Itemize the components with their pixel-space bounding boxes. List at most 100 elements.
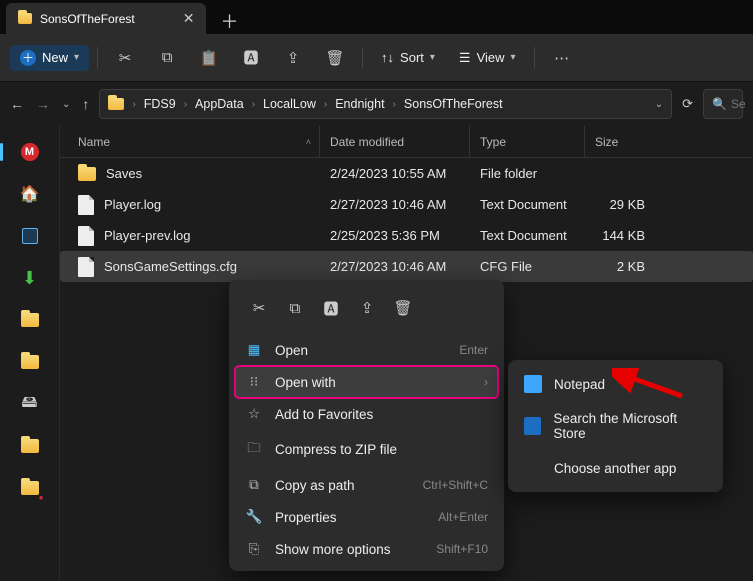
file-row[interactable]: Player-prev.log2/25/2023 5:36 PMText Doc… bbox=[60, 220, 753, 251]
header-type[interactable]: Type bbox=[470, 126, 585, 157]
sidebar-item-desktop[interactable] bbox=[18, 224, 42, 248]
chevron-down-icon: ▾ bbox=[430, 52, 435, 63]
crumb-2[interactable]: LocalLow bbox=[263, 97, 316, 111]
sidebar-item-downloads[interactable]: ⬇ bbox=[18, 266, 42, 290]
cell-type: Text Document bbox=[470, 228, 585, 243]
header-name[interactable]: Name˄ bbox=[60, 126, 320, 157]
cell-date: 2/27/2023 10:46 AM bbox=[320, 197, 470, 212]
star-icon: ☆ bbox=[245, 406, 263, 422]
menu-add-favorites[interactable]: ☆ Add to Favorites bbox=[235, 398, 498, 430]
folder-icon bbox=[18, 13, 32, 24]
search-box[interactable]: 🔍 bbox=[703, 89, 743, 119]
chevron-down-icon: ▾ bbox=[74, 52, 79, 63]
submenu-notepad[interactable]: Notepad bbox=[514, 366, 717, 402]
rename-icon[interactable]: 🅰 bbox=[315, 292, 347, 324]
cut-icon[interactable]: ✂ bbox=[106, 39, 144, 77]
delete-icon[interactable]: 🗑 bbox=[316, 39, 354, 77]
view-label: View bbox=[477, 50, 505, 65]
share-icon[interactable]: ⇪ bbox=[274, 39, 312, 77]
menu-show-more[interactable]: ⎘ Show more options Shift+F10 bbox=[235, 533, 498, 565]
cell-type: File folder bbox=[470, 166, 585, 181]
cut-icon[interactable]: ✂ bbox=[243, 292, 275, 324]
chevron-down-icon: ▾ bbox=[511, 52, 516, 63]
breadcrumb[interactable]: › FDS9 › AppData › LocalLow › Endnight ›… bbox=[99, 89, 672, 119]
sidebar-item-folder-4[interactable]: ● bbox=[18, 476, 42, 500]
recent-button[interactable]: ⌄ bbox=[62, 99, 70, 110]
crumb-4[interactable]: SonsOfTheForest bbox=[404, 97, 503, 111]
menu-open-with-label: Open with bbox=[275, 375, 336, 390]
file-row[interactable]: Player.log2/27/2023 10:46 AMText Documen… bbox=[60, 189, 753, 220]
crumb-3[interactable]: Endnight bbox=[335, 97, 384, 111]
back-button[interactable]: ← bbox=[10, 96, 24, 112]
crumb-1[interactable]: AppData bbox=[195, 97, 244, 111]
chevron-down-icon[interactable]: ⌄ bbox=[655, 99, 663, 110]
menu-properties[interactable]: 🔧 Properties Alt+Enter bbox=[235, 501, 498, 533]
chevron-right-icon: › bbox=[184, 99, 187, 110]
crumb-0[interactable]: FDS9 bbox=[144, 97, 176, 111]
file-icon bbox=[78, 195, 94, 215]
sidebar-item-home[interactable]: 🏠 bbox=[18, 182, 42, 206]
cell-name: Player.log bbox=[60, 195, 320, 215]
rename-icon[interactable]: 🅰 bbox=[232, 39, 270, 77]
sidebar-item-folder-3[interactable] bbox=[18, 434, 42, 458]
menu-show-more-label: Show more options bbox=[275, 542, 391, 557]
context-menu-toolbar: ✂ ⧉ 🅰 ⇪ 🗑 bbox=[235, 286, 498, 334]
copy-icon[interactable]: ⧉ bbox=[279, 292, 311, 324]
menu-compress[interactable]: 🗀 Compress to ZIP file bbox=[235, 430, 498, 469]
cell-type: Text Document bbox=[470, 197, 585, 212]
header-date[interactable]: Date modified bbox=[320, 126, 470, 157]
search-input[interactable] bbox=[731, 97, 749, 111]
submenu-store[interactable]: Search the Microsoft Store bbox=[514, 402, 717, 450]
submenu-choose-app[interactable]: Choose another app bbox=[514, 450, 717, 486]
sidebar-item-mega[interactable]: M bbox=[18, 140, 42, 164]
menu-properties-label: Properties bbox=[275, 510, 337, 525]
close-tab-icon[interactable]: ✕ bbox=[143, 10, 195, 27]
cell-date: 2/24/2023 10:55 AM bbox=[320, 166, 470, 181]
cell-name: SonsGameSettings.cfg bbox=[60, 257, 320, 277]
up-button[interactable]: ↑ bbox=[82, 96, 89, 112]
file-icon bbox=[78, 226, 94, 246]
tab-bar: SonsOfTheForest ✕ ＋ bbox=[0, 0, 753, 34]
more-icon[interactable]: ⋯ bbox=[543, 39, 581, 77]
menu-copy-path[interactable]: ⧉ Copy as path Ctrl+Shift+C bbox=[235, 469, 498, 501]
more-options-icon: ⎘ bbox=[245, 541, 263, 557]
plus-icon: ＋ bbox=[20, 50, 36, 66]
view-icon: ☰ bbox=[459, 50, 471, 66]
menu-add-favorites-label: Add to Favorites bbox=[275, 407, 373, 422]
submenu-store-label: Search the Microsoft Store bbox=[553, 411, 707, 441]
store-icon bbox=[524, 417, 541, 435]
share-icon[interactable]: ⇪ bbox=[351, 292, 383, 324]
refresh-button[interactable]: ⟳ bbox=[682, 96, 693, 112]
tab-title: SonsOfTheForest bbox=[40, 12, 135, 26]
header-size[interactable]: Size bbox=[585, 126, 655, 157]
cell-date: 2/27/2023 10:46 AM bbox=[320, 259, 470, 274]
notepad-icon bbox=[524, 375, 542, 393]
cell-size: 2 KB bbox=[585, 259, 655, 274]
separator bbox=[534, 47, 535, 69]
file-name: Saves bbox=[106, 166, 142, 181]
delete-icon[interactable]: 🗑 bbox=[387, 292, 419, 324]
sort-button[interactable]: ↑↓ Sort ▾ bbox=[371, 50, 445, 65]
sidebar-item-folder-2[interactable] bbox=[18, 350, 42, 374]
active-tab[interactable]: SonsOfTheForest ✕ bbox=[6, 3, 206, 34]
sidebar-item-folder[interactable] bbox=[18, 308, 42, 332]
view-button[interactable]: ☰ View ▾ bbox=[449, 50, 526, 66]
new-label: New bbox=[42, 50, 68, 65]
menu-open[interactable]: ▦ Open Enter bbox=[235, 334, 498, 366]
chevron-right-icon: › bbox=[324, 99, 327, 110]
address-bar-row: ← → ⌄ ↑ › FDS9 › AppData › LocalLow › En… bbox=[0, 82, 753, 126]
folder-icon bbox=[108, 98, 124, 110]
new-tab-button[interactable]: ＋ bbox=[206, 8, 252, 34]
forward-button[interactable]: → bbox=[36, 96, 50, 112]
paste-icon[interactable]: 📋 bbox=[190, 39, 228, 77]
chevron-right-icon: › bbox=[484, 375, 488, 389]
cell-size: 29 KB bbox=[585, 197, 655, 212]
new-button[interactable]: ＋ New ▾ bbox=[10, 45, 89, 71]
sidebar-item-drive[interactable]: 🖴 bbox=[18, 392, 42, 416]
copy-icon[interactable]: ⧉ bbox=[148, 39, 186, 77]
menu-open-with[interactable]: ⁝⁝ Open with › bbox=[235, 366, 498, 398]
cell-size: 144 KB bbox=[585, 228, 655, 243]
file-row[interactable]: Saves 2/24/2023 10:55 AMFile folder bbox=[60, 158, 753, 189]
cell-date: 2/25/2023 5:36 PM bbox=[320, 228, 470, 243]
file-row[interactable]: SonsGameSettings.cfg2/27/2023 10:46 AMCF… bbox=[60, 251, 753, 282]
